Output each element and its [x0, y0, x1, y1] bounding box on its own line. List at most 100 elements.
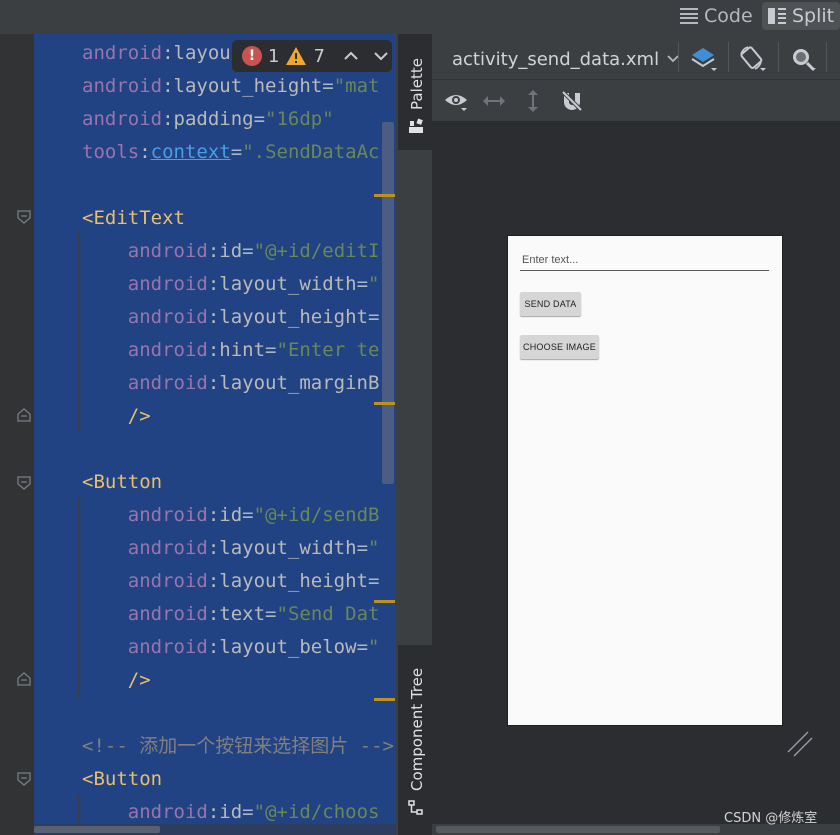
code-token: android — [82, 75, 163, 97]
code-token: "Send Dat — [276, 603, 380, 625]
code-token[interactable]: context — [151, 141, 231, 163]
code-line: <Button — [82, 763, 162, 796]
fold-marker-icon[interactable] — [17, 772, 31, 786]
chevron-down-icon[interactable] — [373, 48, 389, 64]
palette-tab[interactable]: Palette — [398, 34, 432, 150]
code-token: android — [82, 306, 208, 328]
code-token: "mat — [333, 75, 380, 97]
horizontal-arrow-icon[interactable] — [482, 92, 506, 110]
code-line: android:hint="Enter te — [82, 334, 380, 367]
code-token: = — [253, 108, 266, 130]
warning-count: 7 — [313, 45, 325, 67]
layout-file-dropdown[interactable]: activity_send_data.xml — [452, 46, 679, 72]
editor-gutter — [0, 34, 34, 835]
code-line: android:layout_width=" — [82, 532, 380, 565]
code-token: :id — [207, 801, 243, 823]
code-token: android — [82, 240, 208, 262]
warning-marker[interactable] — [374, 402, 395, 405]
code-token: <EditText — [82, 207, 185, 229]
code-token: :layout_height — [207, 570, 368, 592]
orientation-icon[interactable] — [738, 44, 768, 74]
code-token: android — [82, 603, 208, 625]
code-token: :id — [207, 504, 243, 526]
toolbar-separator — [826, 42, 827, 72]
code-token: :id — [207, 240, 243, 262]
layers-icon[interactable] — [689, 44, 719, 74]
code-line: android:id="@+id/sendB — [82, 499, 380, 532]
code-token: = — [368, 306, 380, 328]
code-token: <Button — [82, 471, 163, 493]
watermark-text: CSDN @修炼室 — [724, 811, 818, 826]
split-view-icon — [768, 8, 786, 24]
code-token: : — [139, 141, 151, 163]
code-token: :padding — [162, 108, 254, 130]
code-token: <Button — [82, 768, 163, 790]
fold-end-marker-icon[interactable] — [17, 672, 31, 686]
fold-marker-icon[interactable] — [17, 476, 31, 490]
top-toolbar: Code Split — [0, 0, 840, 34]
code-line: <Button — [82, 466, 162, 499]
code-token: :hint — [207, 339, 266, 361]
code-token: "16dp" — [265, 108, 334, 130]
code-line: android:id="@+id/editI — [82, 235, 380, 268]
eye-icon[interactable] — [444, 90, 470, 114]
design-horizontal-scroll-thumb[interactable] — [436, 826, 720, 833]
send-data-button[interactable]: SEND DATA — [520, 292, 581, 316]
code-editor[interactable]: android:layou android:layout_height="mat a… — [34, 34, 396, 835]
editor-scrollbar-thumb[interactable] — [382, 122, 394, 484]
warning-marker[interactable] — [374, 698, 395, 701]
code-token: " — [368, 636, 380, 658]
warning-marker[interactable] — [374, 600, 395, 603]
code-line: /> — [82, 400, 151, 433]
component-tree-tab-label: Component Tree — [408, 667, 426, 791]
code-token: = — [242, 504, 254, 526]
edit-text-hint[interactable]: Enter text... — [522, 254, 578, 266]
code-token: = — [356, 273, 369, 295]
code-token: = — [368, 570, 380, 592]
split-view-label: Split — [792, 5, 835, 27]
error-icon: ! — [242, 46, 262, 66]
code-token: = — [242, 240, 254, 262]
vertical-arrow-icon[interactable] — [524, 89, 542, 113]
inspection-widget[interactable]: ! 1 7 — [232, 40, 392, 72]
code-view-label: Code — [704, 5, 753, 27]
fold-end-marker-icon[interactable] — [17, 408, 31, 422]
code-line: android:layout_marginB — [82, 367, 380, 400]
code-token: :layou — [162, 42, 231, 64]
code-token: :layout_marginB — [207, 372, 380, 394]
code-line: /> — [82, 664, 151, 697]
code-line: android:layout_below=" — [82, 631, 380, 664]
split-view-button[interactable]: Split — [762, 2, 840, 30]
code-token: /> — [82, 669, 151, 691]
magnet-off-icon[interactable] — [560, 89, 584, 113]
zoom-icon[interactable] — [788, 44, 818, 74]
code-token: " — [368, 273, 380, 295]
code-token: android — [82, 42, 163, 64]
component-tree-tab[interactable]: Component Tree — [398, 645, 432, 835]
code-token: android — [82, 108, 163, 130]
indent-guide — [78, 232, 80, 432]
code-token: :layout_width — [207, 537, 357, 559]
code-view-button[interactable]: Code — [674, 2, 759, 30]
choose-image-button[interactable]: CHOOSE IMAGE — [520, 335, 599, 359]
code-token: = — [265, 339, 277, 361]
code-line: android:layou — [82, 37, 231, 70]
code-token: ".SendDataAc — [242, 141, 380, 163]
code-token: /> — [82, 405, 151, 427]
chevron-up-icon[interactable] — [343, 48, 359, 64]
editor-horizontal-scroll-thumb[interactable] — [34, 826, 160, 833]
fold-marker-icon[interactable] — [17, 210, 31, 224]
warning-marker[interactable] — [374, 194, 395, 197]
code-line: android:layout_height= — [82, 301, 380, 334]
code-token: android — [82, 570, 208, 592]
palette-tab-label: Palette — [408, 58, 426, 110]
toolbar-separator — [778, 42, 779, 72]
code-token: :layout_height — [207, 306, 368, 328]
code-line: <!-- 添加一个按钮来选择图片 --> — [82, 730, 394, 763]
component-tree-icon — [408, 800, 423, 815]
code-line: android:layout_width=" — [82, 268, 380, 301]
code-token: = — [356, 537, 369, 559]
code-line: android:padding="16dp" — [82, 103, 334, 136]
resize-handle-icon[interactable] — [786, 730, 814, 758]
code-token: android — [82, 636, 208, 658]
